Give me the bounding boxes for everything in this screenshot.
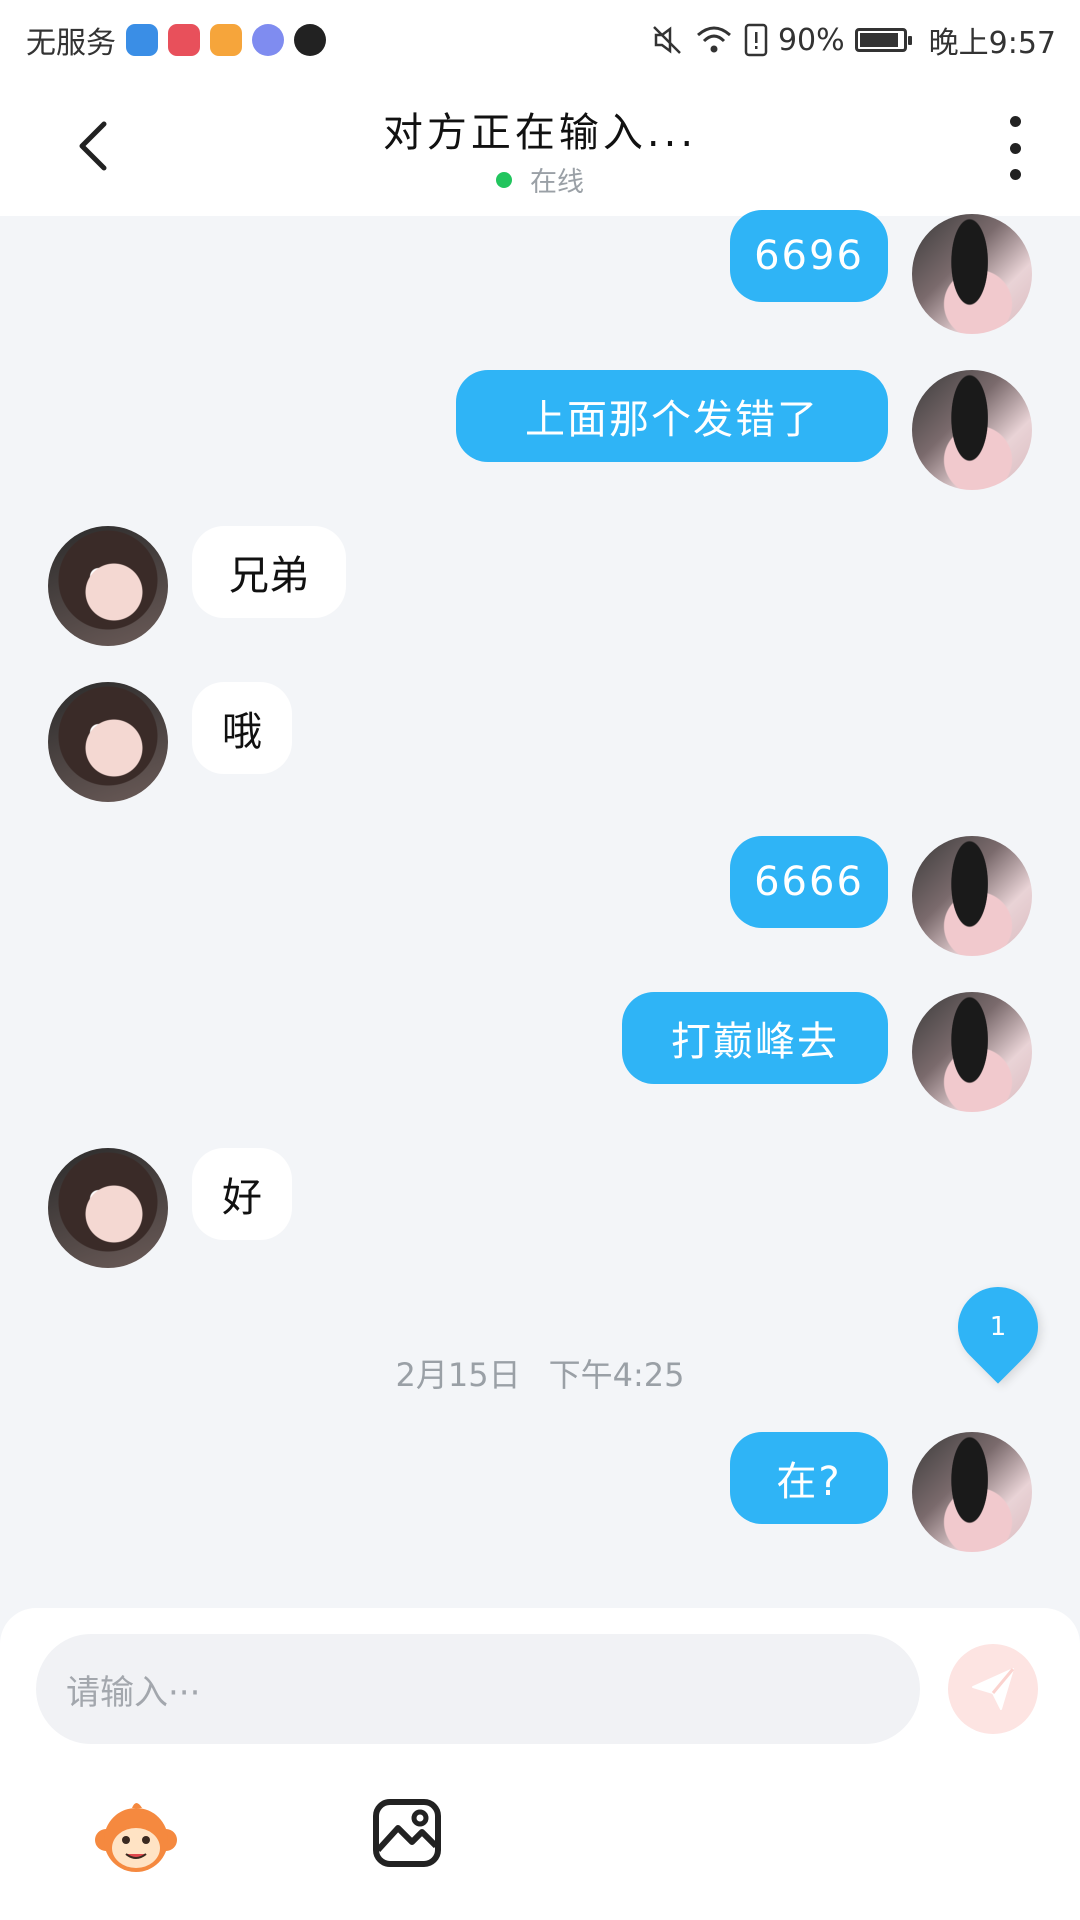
my-avatar[interactable]: [912, 1432, 1032, 1552]
music-app-icon: [252, 24, 284, 56]
message-list[interactable]: 6696 上面那个发错了 兄弟 哦 6666 打巅峰去 好 2月15日 下午4:2…: [0, 210, 1080, 1608]
message-bubble-sent[interactable]: 6696: [730, 210, 888, 302]
carrier-label: 无服务: [26, 26, 116, 61]
message-bubble-received[interactable]: 兄弟: [192, 526, 346, 618]
image-picker-button[interactable]: [372, 1798, 442, 1868]
status-left: 无服务: [26, 18, 326, 62]
more-options-button[interactable]: [1000, 116, 1030, 180]
peer-avatar[interactable]: [48, 1148, 168, 1268]
message-bubble-sent[interactable]: 在?: [730, 1432, 888, 1524]
image-icon: [373, 1799, 441, 1867]
chat-header: 对方正在输入... 在线: [0, 78, 1080, 216]
message-bubble-sent[interactable]: 上面那个发错了: [456, 370, 888, 462]
tiktok-icon: [294, 24, 326, 56]
page-title: 对方正在输入...: [382, 110, 698, 156]
security-app-icon: [126, 24, 158, 56]
battery-percent: 90%: [777, 22, 845, 58]
wifi-icon: [696, 26, 731, 53]
sim-alert-icon: [744, 23, 768, 57]
clock: 晚上9:57: [928, 26, 1056, 61]
input-placeholder: 请输入···: [66, 1672, 201, 1713]
peer-avatar[interactable]: [48, 682, 168, 802]
online-dot-icon: [496, 171, 512, 188]
send-button[interactable]: [948, 1644, 1038, 1734]
message-bubble-sent[interactable]: 打巅峰去: [622, 992, 888, 1084]
presence-status: 在线: [0, 160, 1080, 199]
status-bar: 无服务 90% 晚上9:57: [0, 0, 1080, 78]
unread-count-badge[interactable]: 1: [941, 1270, 1055, 1384]
mute-icon: [653, 26, 681, 54]
status-right: 90% 晚上9:57: [650, 18, 1056, 62]
message-bubble-received[interactable]: 好: [192, 1148, 292, 1240]
more-dot-icon: [1009, 142, 1021, 154]
composer-panel: 请输入···: [0, 1608, 1080, 1920]
battery-icon: [854, 28, 912, 52]
monkey-face-icon: [95, 1803, 177, 1872]
my-avatar[interactable]: [912, 992, 1032, 1112]
message-timestamp: 2月15日 下午4:25: [0, 1350, 1080, 1396]
my-avatar[interactable]: [912, 214, 1032, 334]
message-bubble-sent[interactable]: 6666: [730, 836, 888, 928]
huawei-store-icon: [168, 24, 200, 56]
emoji-monkey-button[interactable]: [92, 1794, 180, 1882]
timestamp-date: 2月15日: [395, 1356, 521, 1394]
paper-plane-icon: [972, 1668, 1015, 1710]
peer-avatar[interactable]: [48, 526, 168, 646]
unread-count: 1: [989, 1312, 1007, 1342]
my-avatar[interactable]: [912, 370, 1032, 490]
video-app-icon: [210, 24, 242, 56]
more-dot-icon: [1009, 116, 1021, 127]
more-dot-icon: [1009, 169, 1021, 180]
presence-label: 在线: [530, 167, 584, 198]
message-input[interactable]: 请输入···: [36, 1634, 920, 1744]
my-avatar[interactable]: [912, 836, 1032, 956]
timestamp-time: 下午4:25: [548, 1356, 685, 1394]
message-bubble-received[interactable]: 哦: [192, 682, 292, 774]
